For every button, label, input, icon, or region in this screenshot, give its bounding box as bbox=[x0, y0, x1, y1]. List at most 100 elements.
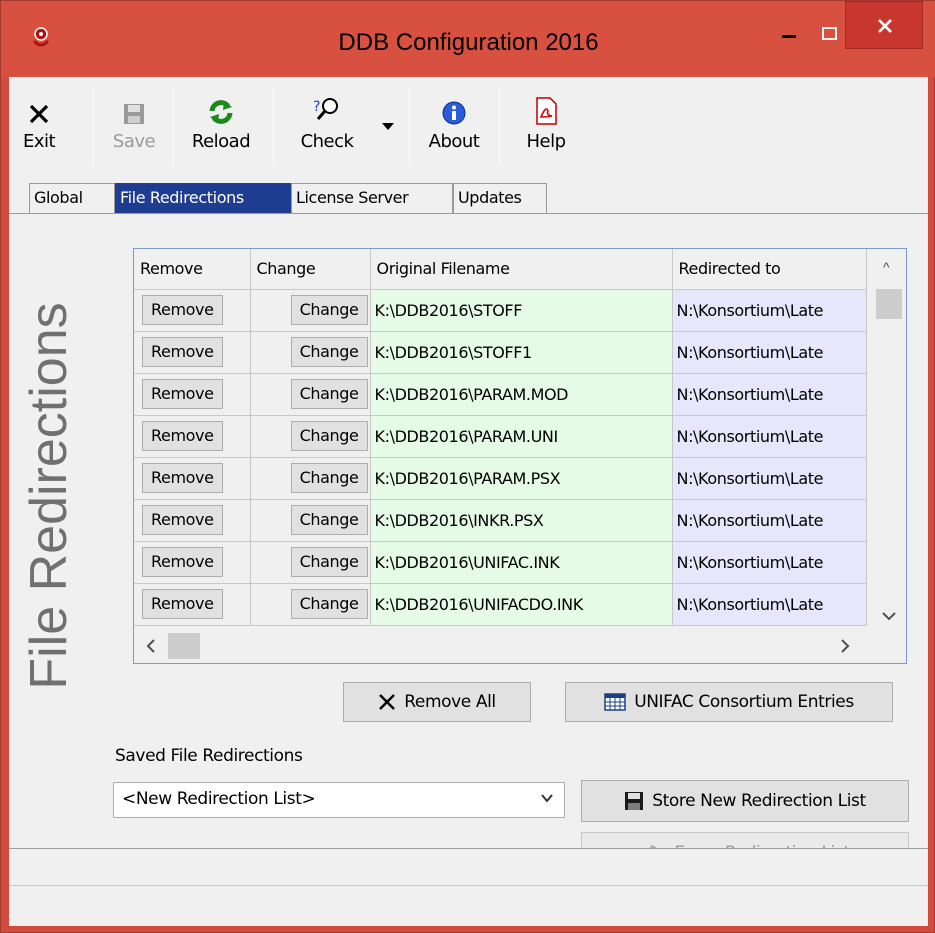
row-remove-button[interactable]: Remove bbox=[142, 295, 223, 325]
scroll-up-icon[interactable]: ^ bbox=[883, 259, 890, 275]
redirected-to-cell[interactable]: N:\Konsortium\Late bbox=[672, 499, 867, 542]
column-header-redirected-to[interactable]: Redirected to bbox=[672, 249, 867, 290]
pdf-help-icon bbox=[536, 97, 557, 125]
scroll-down-icon[interactable] bbox=[882, 611, 896, 621]
row-remove-button[interactable]: Remove bbox=[142, 547, 223, 577]
redirections-table: Remove Change Original Filename Redirect… bbox=[134, 249, 867, 626]
unifac-consortium-button[interactable]: UNIFAC Consortium Entries bbox=[565, 682, 893, 722]
redirected-to-cell[interactable]: N:\Konsortium\Late bbox=[672, 373, 867, 416]
check-button[interactable]: ? Check bbox=[287, 83, 367, 165]
row-change-button[interactable]: Change bbox=[290, 421, 368, 451]
remove-cell: Remove bbox=[134, 415, 251, 458]
column-header-original-filename[interactable]: Original Filename bbox=[370, 249, 673, 290]
row-change-button[interactable]: Change bbox=[290, 295, 368, 325]
change-cell: Change bbox=[250, 289, 371, 332]
row-change-button[interactable]: Change bbox=[290, 505, 368, 535]
redirected-to-cell[interactable]: N:\Konsortium\Late bbox=[672, 541, 867, 584]
store-redirection-list-button[interactable]: Store New Redirection List bbox=[581, 780, 909, 822]
close-button[interactable] bbox=[845, 1, 923, 49]
row-remove-button[interactable]: Remove bbox=[142, 505, 223, 535]
row-change-button[interactable]: Change bbox=[290, 547, 368, 577]
check-dropdown-arrow-icon[interactable] bbox=[381, 121, 395, 131]
client-area: Exit Save Reload ? Check About Help Glob… bbox=[9, 77, 928, 926]
reload-button[interactable]: Reload bbox=[185, 83, 257, 165]
horizontal-scroll-thumb[interactable] bbox=[168, 633, 200, 659]
column-header-remove[interactable]: Remove bbox=[134, 249, 251, 290]
row-change-button[interactable]: Change bbox=[290, 337, 368, 367]
reload-icon bbox=[209, 100, 233, 124]
redirected-to-cell[interactable]: N:\Konsortium\Late bbox=[672, 457, 867, 500]
exit-label: Exit bbox=[22, 131, 56, 152]
original-filename-cell[interactable]: K:\DDB2016\STOFF1 bbox=[370, 331, 673, 374]
table-row: Remove Change K:\DDB2016\UNIFAC.INK N:\K… bbox=[134, 541, 867, 584]
table-row: Remove Change K:\DDB2016\STOFF N:\Konsor… bbox=[134, 289, 867, 332]
help-label: Help bbox=[526, 131, 566, 152]
toolbar-separator bbox=[409, 87, 410, 165]
change-cell: Change bbox=[250, 583, 371, 626]
row-remove-button[interactable]: Remove bbox=[142, 589, 223, 619]
chevron-down-icon[interactable] bbox=[540, 791, 554, 805]
original-filename-cell[interactable]: K:\DDB2016\UNIFACDO.INK bbox=[370, 583, 673, 626]
table-row: Remove Change K:\DDB2016\PARAM.MOD N:\Ko… bbox=[134, 373, 867, 416]
column-header-change[interactable]: Change bbox=[250, 249, 371, 290]
unifac-consortium-label: UNIFAC Consortium Entries bbox=[634, 692, 854, 712]
saved-redirections-label: Saved File Redirections bbox=[115, 746, 303, 766]
remove-x-icon bbox=[379, 694, 396, 710]
redirected-to-cell[interactable]: N:\Konsortium\Late bbox=[672, 415, 867, 458]
change-cell: Change bbox=[250, 457, 371, 500]
remove-cell: Remove bbox=[134, 289, 251, 332]
original-filename-cell[interactable]: K:\DDB2016\PARAM.UNI bbox=[370, 415, 673, 458]
help-button[interactable]: Help bbox=[521, 83, 571, 165]
change-cell: Change bbox=[250, 373, 371, 416]
row-remove-button[interactable]: Remove bbox=[142, 379, 223, 409]
remove-cell: Remove bbox=[134, 583, 251, 626]
app-window: DDB Configuration 2016 Exit Save Reload … bbox=[0, 0, 935, 933]
store-redirection-list-label: Store New Redirection List bbox=[652, 791, 866, 811]
original-filename-cell[interactable]: K:\DDB2016\INKR.PSX bbox=[370, 499, 673, 542]
minimize-icon bbox=[782, 35, 796, 38]
tab-updates[interactable]: Updates bbox=[453, 183, 547, 213]
maximize-icon bbox=[822, 27, 837, 40]
title-bar[interactable]: DDB Configuration 2016 bbox=[1, 1, 935, 77]
remove-all-label: Remove All bbox=[404, 692, 496, 712]
row-change-button[interactable]: Change bbox=[290, 589, 368, 619]
scroll-left-icon[interactable] bbox=[146, 639, 156, 653]
row-remove-button[interactable]: Remove bbox=[142, 337, 223, 367]
original-filename-cell[interactable]: K:\DDB2016\PARAM.MOD bbox=[370, 373, 673, 416]
row-remove-button[interactable]: Remove bbox=[142, 463, 223, 493]
toolbar-separator bbox=[173, 87, 174, 165]
original-filename-cell[interactable]: K:\DDB2016\UNIFAC.INK bbox=[370, 541, 673, 584]
saved-redirections-select[interactable]: <New Redirection List> bbox=[113, 782, 565, 818]
calendar-grid-icon bbox=[604, 693, 626, 711]
change-cell: Change bbox=[250, 541, 371, 584]
original-filename-cell[interactable]: K:\DDB2016\PARAM.PSX bbox=[370, 457, 673, 500]
redirected-to-cell[interactable]: N:\Konsortium\Late bbox=[672, 331, 867, 374]
save-button[interactable]: Save bbox=[109, 83, 159, 165]
row-remove-button[interactable]: Remove bbox=[142, 421, 223, 451]
table-row: Remove Change K:\DDB2016\INKR.PSX N:\Kon… bbox=[134, 499, 867, 542]
change-cell: Change bbox=[250, 499, 371, 542]
change-cell: Change bbox=[250, 415, 371, 458]
vertical-scrollbar[interactable]: ^ bbox=[872, 249, 906, 631]
remove-all-button[interactable]: Remove All bbox=[343, 682, 531, 722]
vertical-scroll-thumb[interactable] bbox=[876, 289, 902, 319]
tab-license-server[interactable]: License Server bbox=[291, 183, 453, 213]
redirected-to-cell[interactable]: N:\Konsortium\Late bbox=[672, 289, 867, 332]
about-button[interactable]: About bbox=[423, 83, 485, 165]
horizontal-scrollbar[interactable] bbox=[134, 629, 906, 663]
row-change-button[interactable]: Change bbox=[290, 463, 368, 493]
info-icon bbox=[442, 101, 466, 125]
row-change-button[interactable]: Change bbox=[290, 379, 368, 409]
status-bar-divider bbox=[9, 885, 928, 886]
scroll-right-icon[interactable] bbox=[840, 639, 850, 653]
tab-global[interactable]: Global bbox=[29, 183, 115, 213]
original-filename-cell[interactable]: K:\DDB2016\STOFF bbox=[370, 289, 673, 332]
table-row: Remove Change K:\DDB2016\UNIFACDO.INK N:… bbox=[134, 583, 867, 626]
exit-button[interactable]: Exit bbox=[19, 83, 59, 165]
check-label: Check bbox=[300, 131, 354, 152]
remove-cell: Remove bbox=[134, 373, 251, 416]
redirected-to-cell[interactable]: N:\Konsortium\Late bbox=[672, 583, 867, 626]
table-row: Remove Change K:\DDB2016\STOFF1 N:\Konso… bbox=[134, 331, 867, 374]
remove-cell: Remove bbox=[134, 457, 251, 500]
tab-file-redirections[interactable]: File Redirections bbox=[115, 183, 291, 213]
